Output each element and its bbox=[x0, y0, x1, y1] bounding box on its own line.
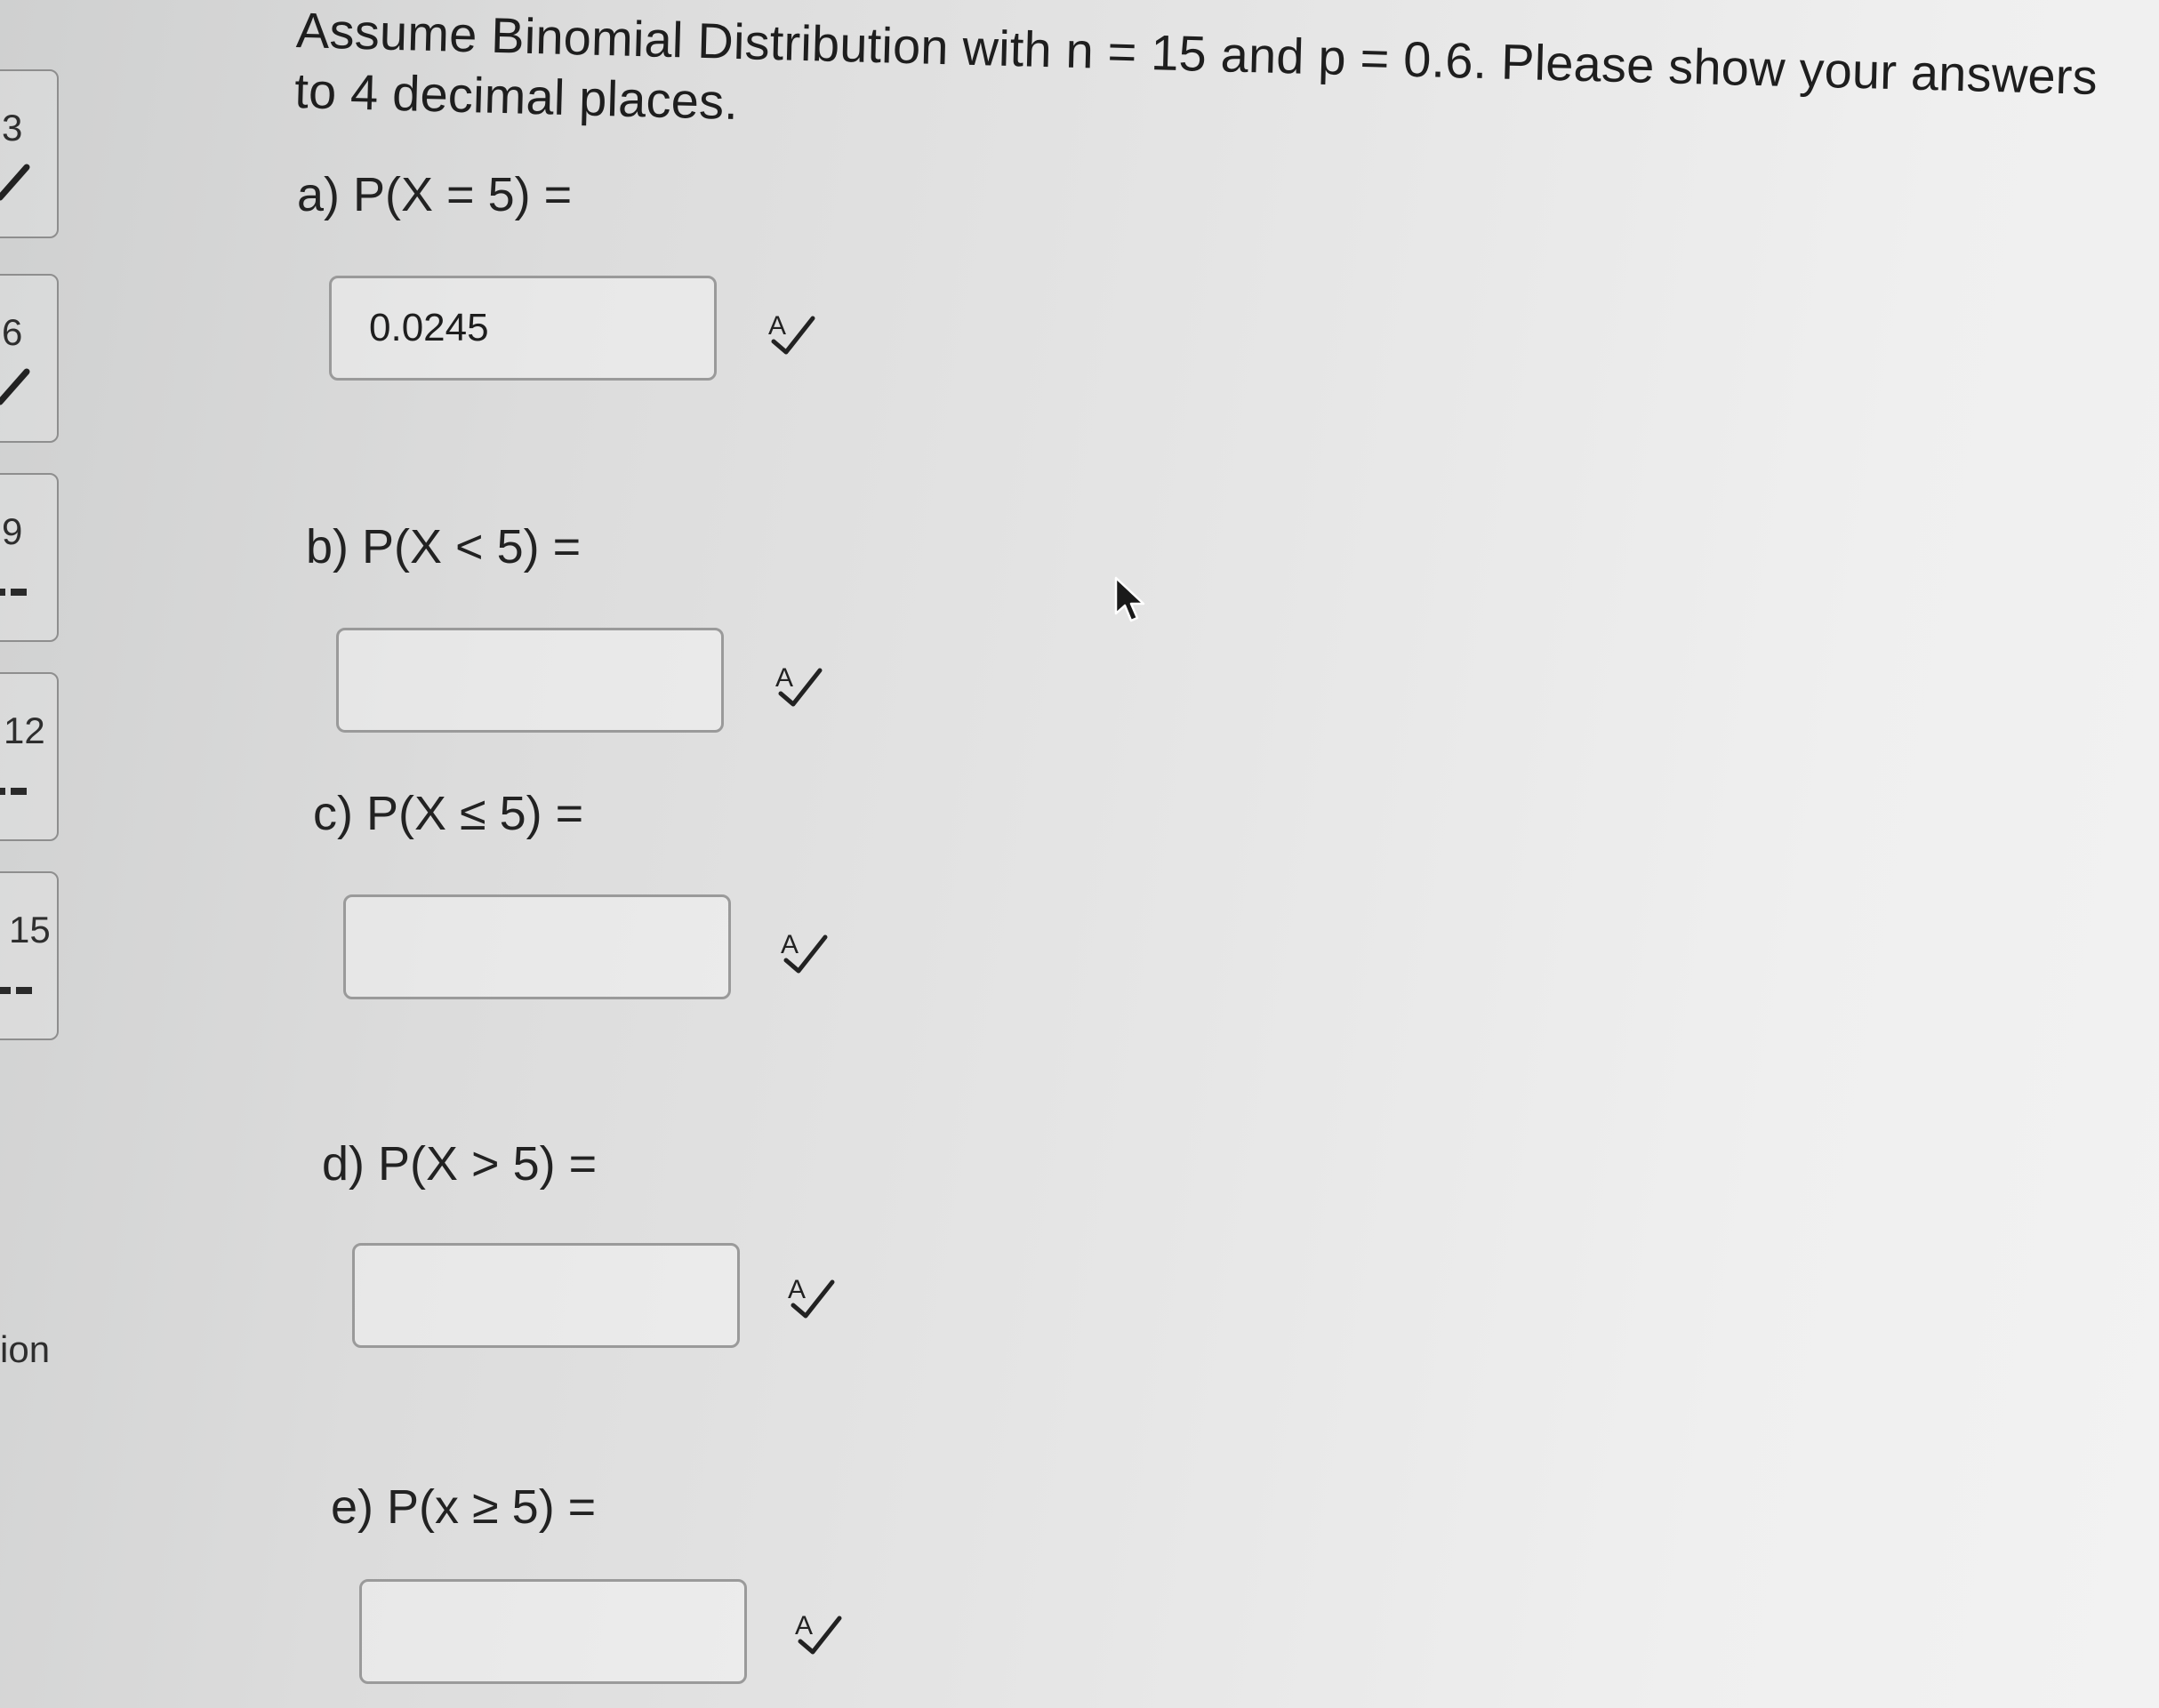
nav-tile-9[interactable]: 9 bbox=[0, 473, 59, 642]
nav-partial-label: ion bbox=[0, 1328, 51, 1370]
part-a-answer-input[interactable] bbox=[329, 276, 717, 381]
spellcheck-icon[interactable]: A bbox=[774, 658, 823, 708]
part-b-answer-input[interactable] bbox=[336, 628, 724, 733]
nav-tile-number: 3 bbox=[2, 107, 23, 148]
unanswered-dash-icon bbox=[0, 987, 34, 996]
question-intro: Assume Binomial Distribution with n = 15… bbox=[293, 1, 2099, 131]
nav-tile-15[interactable]: 15 bbox=[0, 871, 59, 1040]
unanswered-dash-icon bbox=[0, 589, 28, 597]
part-d-answer-input[interactable] bbox=[352, 1243, 740, 1348]
svg-text:A: A bbox=[775, 663, 793, 693]
svg-text:A: A bbox=[768, 311, 786, 341]
nav-tile-number: 15 bbox=[9, 909, 51, 950]
nav-tile-12[interactable]: 12 bbox=[0, 672, 59, 841]
mouse-cursor-icon bbox=[1114, 576, 1145, 622]
part-b-label: b) P(X < 5) = bbox=[306, 520, 582, 573]
nav-tile-number: 6 bbox=[2, 311, 23, 353]
spellcheck-icon[interactable]: A bbox=[779, 925, 829, 974]
part-d-label: d) P(X > 5) = bbox=[322, 1137, 598, 1191]
spellcheck-icon[interactable]: A bbox=[793, 1606, 843, 1656]
check-icon bbox=[0, 164, 30, 201]
nav-tile-number: 9 bbox=[2, 510, 23, 552]
part-a-label: a) P(X = 5) = bbox=[297, 168, 573, 221]
part-c-label: c) P(X ≤ 5) = bbox=[313, 787, 584, 840]
spellcheck-icon[interactable]: A bbox=[766, 306, 816, 356]
part-e-answer-input[interactable] bbox=[359, 1579, 747, 1684]
nav-tile-6[interactable]: 6 bbox=[0, 274, 59, 443]
spellcheck-icon[interactable]: A bbox=[786, 1270, 836, 1319]
svg-text:A: A bbox=[788, 1275, 806, 1304]
part-e-label: e) P(x ≥ 5) = bbox=[331, 1480, 597, 1534]
nav-tile-number: 12 bbox=[4, 710, 45, 751]
unanswered-dash-icon bbox=[0, 788, 28, 797]
svg-text:A: A bbox=[795, 1611, 813, 1640]
part-c-answer-input[interactable] bbox=[343, 894, 731, 999]
nav-tile-3[interactable]: 3 bbox=[0, 69, 59, 238]
check-icon bbox=[0, 368, 30, 405]
svg-text:A: A bbox=[781, 930, 799, 959]
